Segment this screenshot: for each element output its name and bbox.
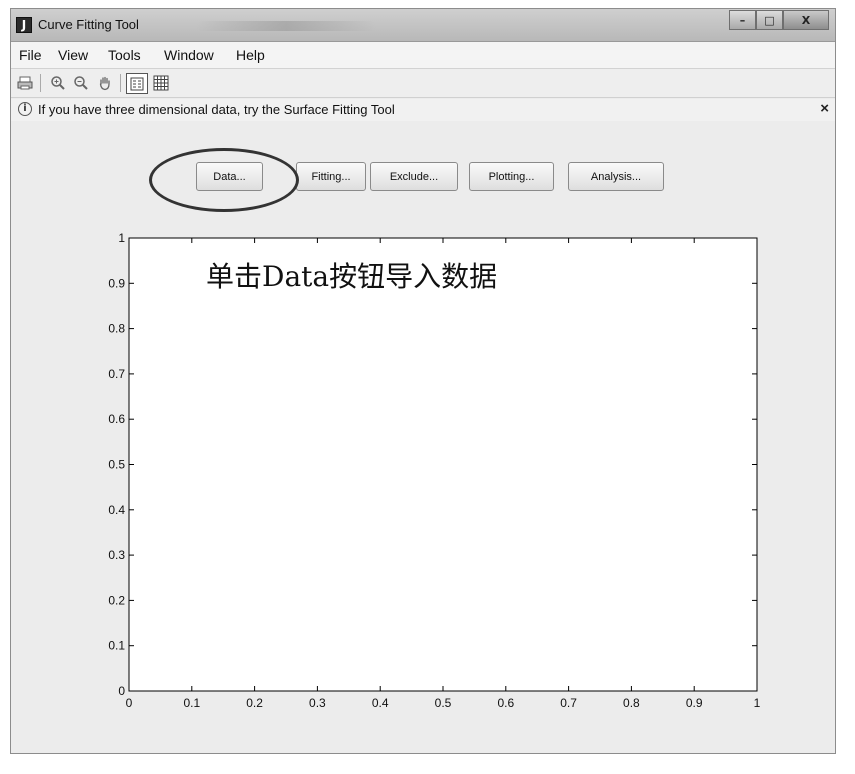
x-tick-label: 0.6 — [497, 696, 514, 710]
info-bar: i If you have three dimensional data, tr… — [11, 99, 835, 121]
curve-fitting-window: J Curve Fitting Tool – □ X File View Too… — [10, 8, 836, 754]
x-tick-label: 0.9 — [686, 696, 703, 710]
surface-tool-hint[interactable]: If you have three dimensional data, try … — [38, 102, 395, 117]
y-tick-label: 0.2 — [108, 593, 125, 607]
y-tick-label: 0.3 — [108, 548, 125, 562]
y-tick-label: 0 — [118, 684, 125, 698]
menu-view[interactable]: View — [58, 47, 88, 63]
maximize-button[interactable]: □ — [756, 10, 783, 30]
close-button[interactable]: X — [783, 10, 829, 30]
y-tick-label: 0.9 — [108, 276, 125, 290]
y-tick-label: 0.4 — [108, 503, 125, 517]
x-tick-label: 0 — [126, 696, 133, 710]
menu-window[interactable]: Window — [164, 47, 214, 63]
blurred-title-region — [196, 21, 376, 31]
x-tick-label: 1 — [754, 696, 761, 710]
y-tick-label: 1 — [118, 231, 125, 245]
toolbar — [11, 69, 835, 98]
grid-toggle-icon[interactable] — [151, 73, 171, 93]
x-tick-label: 0.1 — [183, 696, 200, 710]
y-tick-label: 0.8 — [108, 322, 125, 336]
plot-axes[interactable]: 0 0.1 0.2 0.3 0.4 0.5 0.6 0.7 0.8 0.9 1 0 0.1 0.2 0.3 0… — [11, 121, 837, 755]
x-tick-label: 0.8 — [623, 696, 640, 710]
window-title: Curve Fitting Tool — [38, 17, 139, 32]
x-tick-label: 0.4 — [372, 696, 389, 710]
info-close-icon[interactable]: × — [820, 100, 829, 117]
plot-area — [128, 237, 758, 692]
x-tick-label: 0.5 — [435, 696, 452, 710]
toolbar-separator — [120, 74, 121, 92]
main-content: Data... Fitting... Exclude... Plotting..… — [11, 121, 835, 753]
legend-toggle-icon[interactable] — [126, 73, 148, 94]
info-icon: i — [18, 102, 32, 116]
menu-help[interactable]: Help — [236, 47, 265, 63]
y-tick-label: 0.6 — [108, 412, 125, 426]
zoom-out-icon[interactable] — [71, 73, 91, 93]
window-controls: – □ X — [729, 10, 829, 30]
zoom-in-icon[interactable] — [48, 73, 68, 93]
x-tick-label: 0.7 — [560, 696, 577, 710]
minimize-button[interactable]: – — [729, 10, 756, 30]
y-tick-label: 0.7 — [108, 367, 125, 381]
title-bar[interactable]: J Curve Fitting Tool – □ X — [11, 9, 835, 42]
x-tick-label: 0.3 — [309, 696, 326, 710]
annotation-text: 单击Data按钮导入数据 — [206, 260, 498, 293]
menu-file[interactable]: File — [19, 47, 42, 63]
y-tick-label: 0.1 — [108, 639, 125, 653]
y-tick-label: 0.5 — [108, 458, 125, 472]
pan-hand-icon[interactable] — [95, 73, 115, 93]
menu-bar: File View Tools Window Help — [11, 42, 835, 69]
menu-tools[interactable]: Tools — [108, 47, 141, 63]
print-icon[interactable] — [15, 73, 35, 93]
x-tick-label: 0.2 — [246, 696, 263, 710]
matlab-app-icon: J — [16, 17, 32, 33]
toolbar-separator — [40, 74, 41, 92]
